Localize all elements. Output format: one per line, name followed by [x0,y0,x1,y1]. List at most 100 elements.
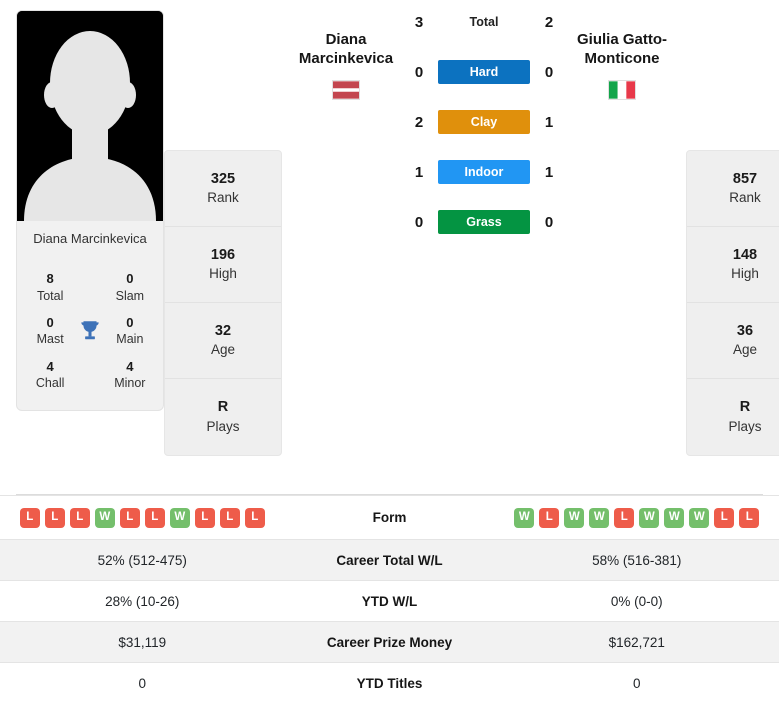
h2h-clay-right-score: 1 [544,113,554,131]
left-titles-mast-value: 0 [46,314,54,330]
left-form-badge[interactable]: L [194,507,215,528]
left-ytd-wl: 28% (10-26) [0,580,285,622]
left-form-strip: LLLWLLWLLL [0,507,285,528]
right-form-badge[interactable]: W [664,507,685,528]
left-trophy-icon-slot [73,318,106,344]
left-form-badge[interactable]: L [44,507,65,528]
right-form-strip: WLWWLWWWLL [495,507,779,528]
right-form-badge[interactable]: L [614,507,635,528]
latvia-flag-icon [332,80,360,101]
right-stat-rank-value: 857 [732,170,758,187]
h2h-row-hard: 0 Hard 0 [406,60,562,84]
left-player-name-line1: Diana [325,31,367,48]
right-stat-high-label: High [731,266,759,282]
player-comparison-page: Diana Marcinkevica 8 Total 0 Slam 0 Mast… [0,0,779,719]
right-stat-rank-label: Rank [729,190,761,206]
right-form-badge[interactable]: W [639,507,660,528]
right-form-badge[interactable]: L [714,507,735,528]
left-player-stats-column: 325 Rank 196 High 32 Age R Plays [164,150,282,456]
left-form-badge[interactable]: L [119,507,140,528]
right-stat-rank: 857 Rank [687,151,779,227]
left-career-total-wl: 52% (512-475) [0,539,285,581]
career-prize-money-label: Career Prize Money [284,621,495,663]
h2h-hard-left-score: 0 [414,63,424,81]
left-titles-total-label: Total [36,288,64,303]
left-player-name-heading[interactable]: Diana Marcinkevica [286,10,406,101]
right-career-total-wl: 58% (516-381) [494,539,779,581]
right-stat-plays: R Plays [687,379,779,455]
h2h-clay-chip[interactable]: Clay [438,110,530,134]
left-titles-main: 0 Main [107,314,153,348]
right-player-name-heading[interactable]: Giulia Gatto- Monticone [562,10,682,101]
left-stat-high-label: High [209,266,237,282]
left-titles-slam-label: Slam [115,288,145,303]
h2h-row-indoor: 1 Indoor 1 [406,160,562,184]
right-ytd-wl: 0% (0-0) [494,580,779,622]
left-titles-main-value: 0 [126,314,134,330]
h2h-indoor-chip[interactable]: Indoor [438,160,530,184]
left-form-badge[interactable]: W [94,507,115,528]
right-player-name-line1: Giulia Gatto- [577,31,667,48]
table-row-ytd-wl: 28% (10-26) YTD W/L 0% (0-0) [0,580,779,622]
head-to-head-names: Diana Marcinkevica 3 Total 2 0 Hard 0 2 … [286,10,682,242]
right-stat-plays-label: Plays [728,418,762,434]
ytd-titles-label: YTD Titles [284,662,495,704]
head-to-head-scores: 3 Total 2 0 Hard 0 2 Clay 1 1 Indoor 1 0… [406,10,562,234]
right-career-prize-money: $162,721 [494,621,779,663]
left-form-badge[interactable]: L [219,507,240,528]
table-row-form: LLLWLLWLLL Form WLWWLWWWLL [0,495,779,540]
left-form-badge[interactable]: L [69,507,90,528]
right-stat-age-label: Age [732,342,758,358]
right-form-badge[interactable]: W [689,507,710,528]
h2h-grass-chip[interactable]: Grass [438,210,530,234]
titles-row-mast-main: 0 Mast 0 Main [21,309,159,353]
left-stat-high: 196 High [165,227,281,303]
right-stat-age-value: 36 [736,322,754,339]
left-stat-plays: R Plays [165,379,281,455]
left-stat-age-value: 32 [214,322,232,339]
left-flag-wrap [286,80,406,101]
h2h-grass-left-score: 0 [414,213,424,231]
left-titles-total: 8 Total [27,270,73,304]
h2h-hard-chip[interactable]: Hard [438,60,530,84]
right-form-badge[interactable]: L [739,507,760,528]
left-player-card[interactable]: Diana Marcinkevica 8 Total 0 Slam 0 Mast… [16,10,164,412]
right-flag-wrap [562,80,682,101]
right-form-badge[interactable]: W [589,507,610,528]
right-player-stats-column: 857 Rank 148 High 36 Age R Plays [686,150,779,456]
comparison-header-area: Diana Marcinkevica 8 Total 0 Slam 0 Mast… [0,0,779,490]
h2h-clay-left-score: 2 [414,113,424,131]
form-row-label: Form [284,495,495,540]
table-row-career-total-wl: 52% (512-475) Career Total W/L 58% (516-… [0,539,779,581]
h2h-indoor-right-score: 1 [544,163,554,181]
right-form-badge[interactable]: L [539,507,560,528]
left-titles-slam-value: 0 [126,271,134,286]
left-ytd-titles: 0 [0,662,285,704]
left-form-badge[interactable]: L [19,507,40,528]
right-player-name-line2: Monticone [584,50,660,68]
right-form-badge[interactable]: W [514,507,535,528]
left-player-card-name: Diana Marcinkevica [33,231,147,246]
left-stat-rank-value: 325 [210,170,236,187]
left-player-titles-grid: 8 Total 0 Slam 0 Mast 0 Main 4 Chall 4 M… [17,263,163,410]
table-row-career-prize-money: $31,119 Career Prize Money $162,721 [0,621,779,663]
left-stat-plays-value: R [217,399,229,416]
player-avatar-placeholder-icon [17,11,163,221]
left-player-name-line2: Marcinkevica [298,50,394,68]
left-titles-chall-value: 4 [46,358,54,374]
left-stat-rank: 325 Rank [165,151,281,227]
left-titles-minor: 4 Minor [107,358,153,392]
titles-row-chall-minor: 4 Chall 4 Minor [21,353,159,397]
left-form-badge[interactable]: W [169,507,190,528]
right-form-badge[interactable]: W [564,507,585,528]
left-titles-minor-label: Minor [114,376,146,391]
left-career-prize-money: $31,119 [0,621,285,663]
h2h-total-label: Total [469,15,499,29]
left-form-badge[interactable]: L [144,507,165,528]
left-form-cell: LLLWLLWLLL [0,495,285,540]
left-form-badge[interactable]: L [244,507,265,528]
left-stat-age-label: Age [210,342,236,358]
left-titles-minor-value: 4 [126,358,134,374]
left-player-avatar [17,11,163,221]
titles-row-total-slam: 8 Total 0 Slam [21,265,159,309]
